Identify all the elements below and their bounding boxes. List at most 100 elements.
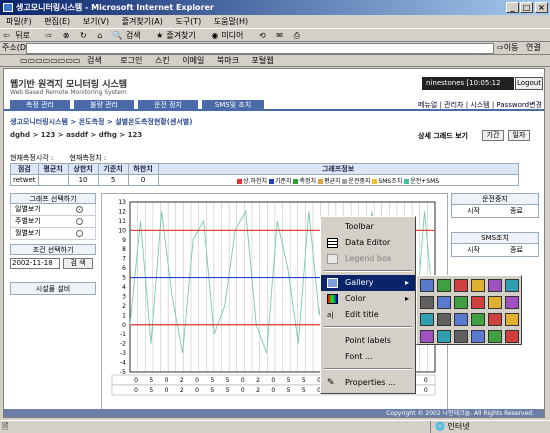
equipment-button[interactable]: 시설물 설비 bbox=[10, 282, 96, 295]
chart-type-icon[interactable] bbox=[454, 296, 468, 309]
td-ref: 5 bbox=[97, 174, 129, 186]
chart-type-icon[interactable] bbox=[488, 313, 502, 326]
y-tick-label: 9 bbox=[122, 237, 126, 244]
window-titlebar: 생고모니터링시스템 - Microsoft Internet Explorer … bbox=[0, 0, 550, 15]
chart-type-icon[interactable] bbox=[505, 330, 519, 343]
period-button[interactable]: 기간 bbox=[482, 130, 504, 141]
print-button[interactable]: ⎙ bbox=[293, 31, 299, 40]
chart-type-icon[interactable] bbox=[437, 330, 451, 343]
favorites-button[interactable]: ★ 즐겨찾기 bbox=[156, 31, 201, 40]
go-button[interactable]: ⇨이동 bbox=[497, 42, 518, 54]
chart-type-icon[interactable] bbox=[454, 330, 468, 343]
chart-type-icon[interactable] bbox=[437, 296, 451, 309]
menu-font[interactable]: Font ... bbox=[321, 349, 415, 365]
minimize-button[interactable]: _ bbox=[506, 2, 519, 13]
menu-properties[interactable]: ✎ Properties ... bbox=[321, 375, 415, 391]
data-grid-cell: 2 bbox=[180, 377, 184, 384]
refresh-button[interactable]: ↻ bbox=[80, 31, 87, 40]
logout-button[interactable]: Logout bbox=[515, 77, 543, 90]
menu-help[interactable]: 도움말(H) bbox=[214, 17, 248, 26]
address-input[interactable] bbox=[26, 43, 494, 54]
chart-type-icon[interactable] bbox=[471, 279, 485, 292]
mail-button[interactable]: ✉ bbox=[276, 31, 283, 40]
chart-type-icon[interactable] bbox=[437, 279, 451, 292]
tab-defect[interactable]: 불량 관리 bbox=[74, 100, 134, 111]
y-tick-label: 13 bbox=[118, 199, 126, 206]
links-bookmark[interactable]: 북마크 bbox=[217, 56, 239, 65]
left-panel: 그래프 선택하기 일별보기 주별보기 월별보기 조건 선택하기 2002-11-… bbox=[10, 193, 98, 295]
menubar: 파일(F) 편집(E) 보기(V) 즐겨찾기(A) 도구(T) 도움말(H) bbox=[0, 15, 550, 28]
tab-measure[interactable]: 측정 관리 bbox=[10, 100, 70, 111]
media-label: 미디어 bbox=[221, 31, 244, 40]
chart-type-icon[interactable] bbox=[420, 330, 434, 343]
chart-type-icon[interactable] bbox=[488, 296, 502, 309]
y-tick-label: 6 bbox=[122, 265, 126, 272]
chart-type-icon[interactable] bbox=[488, 330, 502, 343]
menu-edit-title[interactable]: a| Edit title bbox=[321, 307, 415, 323]
top-links[interactable]: 메뉴얼 | 관리자 | 시스템 | Password변경 bbox=[418, 100, 542, 110]
menu-gallery[interactable]: Gallery ▸ bbox=[321, 275, 415, 291]
y-tick-label: 12 bbox=[118, 208, 126, 215]
option-monthly[interactable]: 월별보기 bbox=[10, 228, 96, 240]
option-daily[interactable]: 일별보기 bbox=[10, 204, 96, 216]
links-skin[interactable]: 스킨 bbox=[155, 56, 170, 65]
chart-type-icon[interactable] bbox=[471, 313, 485, 326]
menu-view[interactable]: 보기(V) bbox=[83, 17, 109, 26]
chart-type-icon[interactable] bbox=[488, 279, 502, 292]
links-email[interactable]: 이메일 bbox=[182, 56, 204, 65]
chart-type-icon[interactable] bbox=[505, 279, 519, 292]
menu-file[interactable]: 파일(F) bbox=[6, 17, 32, 26]
data-grid-cell: 5 bbox=[287, 377, 291, 384]
day-button[interactable]: 일자 bbox=[508, 130, 530, 141]
close-button[interactable]: × bbox=[535, 2, 548, 13]
stop-button[interactable]: ⊗ bbox=[63, 31, 70, 40]
links-label[interactable]: 연결 bbox=[526, 42, 541, 54]
menu-toolbar[interactable]: Toolbar bbox=[321, 219, 415, 235]
chart-type-icon[interactable] bbox=[437, 313, 451, 326]
links-login[interactable]: 로그인 bbox=[120, 56, 142, 65]
chart-type-icon[interactable] bbox=[454, 279, 468, 292]
legend-item: 평균치 bbox=[317, 178, 341, 185]
links-portal[interactable]: 포털웹 bbox=[252, 56, 274, 65]
legend-item: 기준치 bbox=[268, 178, 292, 185]
detail-label: 상세 그래드 보기 bbox=[418, 132, 468, 140]
app-subtitle: Web Based Remote Monitoring System bbox=[10, 89, 127, 96]
home-button[interactable]: ⌂ bbox=[97, 31, 102, 40]
data-grid-cell: 2 bbox=[256, 387, 260, 394]
radio-monthly[interactable] bbox=[76, 230, 83, 237]
history-button[interactable]: ⟲ bbox=[259, 31, 266, 40]
th-lower: 하한치 bbox=[127, 163, 159, 175]
menu-color[interactable]: Color ▸ bbox=[321, 291, 415, 307]
links-search-box[interactable]: ▭▭▭▭▭▭▭▭ 검색 bbox=[20, 56, 108, 65]
th-avg: 평균치 bbox=[37, 163, 69, 175]
back-button[interactable]: ⇦ 뒤로 bbox=[3, 31, 35, 40]
chart-type-icon[interactable] bbox=[420, 313, 434, 326]
option-weekly[interactable]: 주별보기 bbox=[10, 216, 96, 228]
chart-type-icon[interactable] bbox=[471, 330, 485, 343]
menu-point-labels[interactable]: Point labels bbox=[321, 333, 415, 349]
chart-type-icon[interactable] bbox=[420, 296, 434, 309]
radio-daily[interactable] bbox=[76, 206, 83, 213]
maximize-button[interactable]: □ bbox=[520, 2, 533, 13]
tab-sms[interactable]: SMS및 조치 bbox=[202, 100, 264, 111]
search-button[interactable]: 🔍 검색 bbox=[113, 31, 146, 40]
date-input[interactable]: 2002-11-18 bbox=[10, 258, 60, 269]
search-date-button[interactable]: 검 색 bbox=[63, 258, 93, 269]
chart-type-icon[interactable] bbox=[454, 313, 468, 326]
chart-type-icon[interactable] bbox=[505, 296, 519, 309]
radio-weekly[interactable] bbox=[76, 218, 83, 225]
menu-edit[interactable]: 편집(E) bbox=[44, 17, 70, 26]
media-button[interactable]: ◉ 미디어 bbox=[211, 31, 248, 40]
data-grid-cell: 0 bbox=[195, 387, 199, 394]
menu-tools[interactable]: 도구(T) bbox=[175, 17, 201, 26]
chart-type-icon[interactable] bbox=[471, 296, 485, 309]
chart-type-icon[interactable] bbox=[420, 279, 434, 292]
tab-stop[interactable]: 운전 정지 bbox=[138, 100, 198, 111]
links-search-label: 검색 bbox=[87, 56, 102, 65]
y-tick-label: 0 bbox=[122, 322, 126, 329]
chart-type-icon[interactable] bbox=[505, 313, 519, 326]
forward-button[interactable]: ⇨ bbox=[46, 31, 53, 40]
menu-data-editor[interactable]: Data Editor bbox=[321, 235, 415, 251]
menu-favorites[interactable]: 즐겨찾기(A) bbox=[122, 17, 163, 26]
data-grid-cell: 0 bbox=[271, 387, 275, 394]
